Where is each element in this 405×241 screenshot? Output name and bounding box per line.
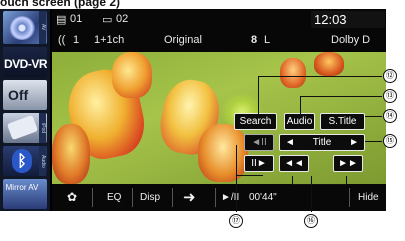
title-label: Title (312, 137, 332, 148)
callout-leader (236, 145, 237, 212)
source-dvd-vr-button[interactable]: DVD-VR (3, 47, 47, 77)
mirror-av-label: Mirror AV (5, 183, 39, 192)
audio-channels: 1+1ch (94, 34, 125, 46)
callout-leader (346, 176, 347, 184)
callout-leader (300, 96, 382, 97)
status-bar: ▤ 01 ▭ 02 12:03 (( 1 1+1ch Original 8 L … (52, 9, 386, 52)
title-number: 01 (70, 13, 83, 25)
slow-reverse-button[interactable]: ◄II (244, 134, 274, 151)
slow-forward-button[interactable]: II► (244, 155, 274, 172)
divider (349, 188, 350, 207)
audio-tab-label: Audio (39, 146, 46, 176)
clock-display: 12:03 (311, 11, 385, 28)
callout-leader (292, 184, 347, 185)
title-prev-arrow[interactable]: ◄ (285, 135, 295, 150)
bottom-control-bar: ✿ EQ Disp ➜ ►/II 00'44" Hide (52, 184, 386, 211)
audio-button[interactable]: Audio (284, 113, 315, 130)
source-off-button[interactable]: Off (3, 80, 47, 110)
callout-leader (311, 176, 312, 212)
rewind-button[interactable]: ◄◄ (279, 155, 309, 172)
tulip-flower (314, 52, 344, 76)
av-tab-label: AV (39, 11, 46, 44)
tulip-flower (280, 58, 306, 88)
title-number-icon: ▤ (56, 14, 67, 26)
disc-icon (9, 16, 35, 40)
callout-leader (292, 176, 293, 184)
title-next-arrow[interactable]: ► (349, 135, 359, 150)
ipod-device-icon (6, 114, 39, 141)
callout-leader (258, 76, 382, 77)
divider (92, 188, 93, 207)
divider (215, 188, 216, 207)
callout-leader (365, 116, 382, 117)
callout-leader (236, 175, 263, 176)
lr-channel: L (264, 34, 271, 46)
forward-arrow-icon[interactable]: ➜ (183, 188, 196, 206)
dvd-vr-label: DVD-VR (4, 57, 47, 71)
source-bluetooth-audio-button[interactable]: ᛒ Audio (3, 146, 47, 176)
fast-forward-button[interactable]: ►► (333, 155, 363, 172)
callout-leader (365, 141, 382, 142)
ipod-tab-label: iPod (39, 113, 46, 143)
off-label: Off (8, 87, 29, 103)
source-sidebar: AV DVD-VR Off iPod ᛒ Audio Mirror AV (0, 9, 50, 211)
clock-time: 12:03 (314, 12, 347, 27)
eq-button[interactable]: EQ (107, 192, 121, 203)
audio-language: 1 (73, 34, 80, 46)
callout-17: ⑰ (229, 214, 243, 228)
callout-16: ⑯ (304, 214, 318, 228)
callout-leader (258, 76, 259, 114)
source-ipod-button[interactable]: iPod (3, 113, 47, 143)
tulip-flower (112, 52, 152, 98)
lr-icon: 8 (251, 34, 258, 46)
dolby-indicator: Dolby D (331, 34, 371, 46)
source-av-button[interactable]: AV (3, 11, 47, 44)
settings-icon[interactable]: ✿ (67, 190, 77, 204)
hide-button[interactable]: Hide (358, 192, 379, 203)
bluetooth-icon: ᛒ (12, 149, 32, 173)
search-button[interactable]: Search (234, 113, 277, 130)
title-selector[interactable]: ◄ Title ► (279, 134, 365, 151)
divider (172, 188, 173, 207)
callout-14: ⑭ (383, 109, 397, 123)
subtitle-button[interactable]: S.Title (320, 113, 365, 130)
page-heading: ouch screen (page 2) (0, 0, 121, 9)
elapsed-time: 00'44" (249, 192, 277, 203)
head-unit-screen: AV DVD-VR Off iPod ᛒ Audio Mirror AV ▤ 0… (0, 9, 386, 211)
video-playback-area[interactable]: Search Audio S.Title ◄II ◄ Title ► II► ◄… (52, 52, 386, 184)
chapter-number-icon: ▭ (102, 14, 113, 26)
divider (132, 188, 133, 207)
callout-leader (300, 96, 301, 114)
subtitle-mode: Original (164, 34, 202, 46)
callout-15: ⑮ (383, 134, 397, 148)
audio-language-icon: (( (58, 34, 66, 46)
callout-12: ⑫ (383, 69, 397, 83)
display-button[interactable]: Disp (140, 192, 160, 203)
tulip-flower (52, 124, 90, 184)
tulip-flower (198, 124, 248, 182)
callout-13: ⑬ (383, 89, 397, 103)
source-mirror-av-button[interactable]: Mirror AV (3, 179, 47, 209)
chapter-number: 02 (116, 13, 129, 25)
